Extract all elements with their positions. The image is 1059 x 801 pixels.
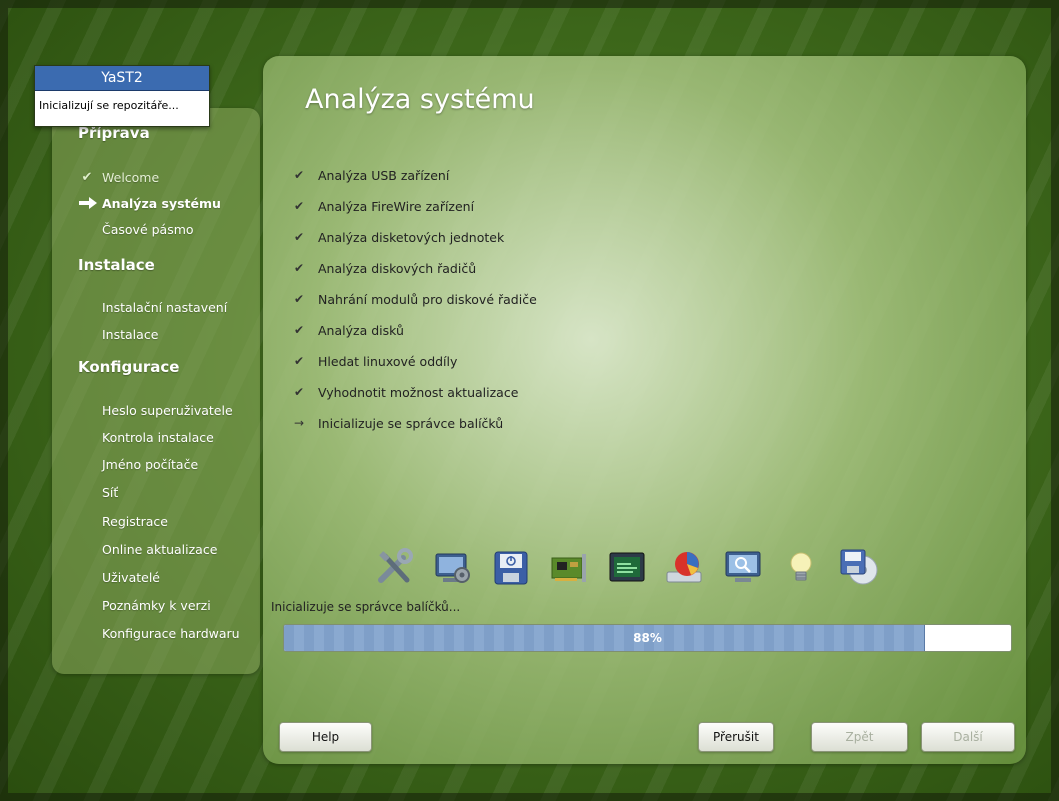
check-icon: ✔: [293, 323, 305, 337]
sidebar-item-registrace: Registrace: [102, 514, 168, 529]
sidebar-item-label: Jméno počítače: [102, 457, 199, 472]
disk-partition-icon: [666, 552, 702, 583]
abort-button[interactable]: Přerušit: [698, 722, 774, 752]
popup-title: YaST2: [35, 66, 209, 91]
pci-card-icon: [551, 554, 586, 582]
steps-sidebar: Příprava ✔ Welcome Analýza systému Časov…: [52, 108, 260, 674]
sidebar-item-label: Uživatelé: [102, 570, 160, 585]
sidebar-item-label: Kontrola instalace: [102, 430, 214, 445]
step-label: Analýza disketových jednotek: [318, 230, 505, 245]
sidebar-item-label: Online aktualizace: [102, 542, 218, 557]
sidebar-item-konfigurace-hardwaru: Konfigurace hardwaru: [102, 626, 240, 641]
step-label: Inicializuje se správce balíčků: [318, 416, 504, 431]
tools-icon: [378, 548, 413, 583]
sidebar-item-welcome: ✔ Welcome: [82, 170, 160, 185]
list-item: ✔ Hledat linuxové oddíly: [291, 354, 537, 385]
check-icon: ✔: [293, 385, 305, 399]
popup-message: Inicializují se repozitáře...: [39, 99, 179, 112]
step-label: Analýza disků: [318, 323, 404, 338]
check-icon: ✔: [293, 230, 305, 244]
list-item: ✔ Nahrání modulů pro diskové řadiče: [291, 292, 537, 323]
section-konfigurace: Konfigurace: [78, 358, 180, 376]
analysis-steps-list: ✔ Analýza USB zařízení ✔ Analýza FireWire …: [291, 168, 537, 447]
help-button[interactable]: Help: [279, 722, 372, 752]
section-instalace: Instalace: [78, 256, 155, 274]
step-label: Analýza USB zařízení: [318, 168, 450, 183]
system-settings-icon: [435, 553, 470, 583]
sidebar-item-kontrola: Kontrola instalace: [102, 430, 214, 445]
sidebar-item-instalace: Instalace: [102, 327, 158, 342]
sidebar-item-uzivatele: Uživatelé: [102, 570, 160, 585]
next-button[interactable]: Další: [921, 722, 1015, 752]
search-monitor-icon: [725, 551, 761, 582]
progress-bar: 88%: [283, 624, 1012, 652]
sidebar-item-label: Časové pásmo: [102, 222, 194, 237]
check-icon: ✔: [293, 261, 305, 275]
sidebar-item-label: Analýza systému: [102, 196, 221, 211]
step-label: Hledat linuxové oddíly: [318, 354, 458, 369]
check-icon: ✔: [293, 354, 305, 368]
arrow-right-icon: →: [293, 416, 305, 430]
monitor-chip-icon: [609, 552, 645, 582]
list-item: ✔ Analýza disketových jednotek: [291, 230, 537, 261]
step-label: Vyhodnotit možnost aktualizace: [318, 385, 519, 400]
sidebar-item-casove-pasmo: Časové pásmo: [102, 222, 194, 237]
sidebar-item-online-aktualizace: Online aktualizace: [102, 542, 217, 557]
check-icon: ✔: [293, 292, 305, 306]
step-label: Analýza FireWire zařízení: [318, 199, 475, 214]
lightbulb-icon: [790, 552, 812, 581]
sidebar-item-label: Poznámky k verzi: [102, 598, 211, 613]
floppy-cd-icon: [840, 549, 878, 585]
step-label: Nahrání modulů pro diskové řadiče: [318, 292, 537, 307]
sidebar-item-label: Registrace: [102, 514, 168, 529]
sidebar-item-label: Heslo superuživatele: [102, 403, 233, 418]
check-icon: ✔: [81, 170, 93, 185]
sidebar-item-analyza-systemu: Analýza systému: [79, 196, 221, 211]
check-icon: ✔: [293, 168, 305, 182]
back-button[interactable]: Zpět: [811, 722, 908, 752]
sidebar-item-label: Síť: [102, 485, 119, 500]
main-panel: Analýza systému ✔ Analýza USB zařízení ✔ A…: [263, 56, 1026, 764]
sidebar-item-label: Konfigurace hardwaru: [102, 626, 240, 641]
progress-label: Inicializuje se správce balíčků...: [271, 600, 461, 614]
sidebar-item-heslo: Heslo superuživatele: [102, 403, 233, 418]
sidebar-item-jmeno: Jméno počítače: [102, 457, 198, 472]
list-item: ✔ Analýza USB zařízení: [291, 168, 537, 199]
sidebar-item-label: Instalace: [102, 327, 159, 342]
list-item: ✔ Analýza FireWire zařízení: [291, 199, 537, 230]
current-step-arrow-icon: [78, 196, 97, 213]
sidebar-item-label: Welcome: [102, 170, 160, 185]
list-item: ✔ Analýza diskových řadičů: [291, 261, 537, 292]
page-title: Analýza systému: [305, 84, 535, 115]
sidebar-item-sit: Síť: [102, 485, 118, 500]
sidebar-item-label: Instalační nastavení: [102, 300, 228, 315]
sidebar-item-instalacni-nastaveni: Instalační nastavení: [102, 300, 227, 315]
step-label: Analýza diskových řadičů: [318, 261, 477, 276]
floppy-power-icon: [494, 551, 528, 585]
list-item: ✔ Analýza disků: [291, 323, 537, 354]
check-icon: ✔: [293, 199, 305, 213]
list-item: → Inicializuje se správce balíčků: [291, 416, 537, 447]
hardware-icons-row: [375, 548, 935, 592]
yast2-popup: YaST2 Inicializují se repozitáře...: [34, 65, 210, 127]
list-item: ✔ Vyhodnotit možnost aktualizace: [291, 385, 537, 416]
sidebar-item-poznamky: Poznámky k verzi: [102, 598, 211, 613]
progress-percent: 88%: [633, 631, 662, 645]
